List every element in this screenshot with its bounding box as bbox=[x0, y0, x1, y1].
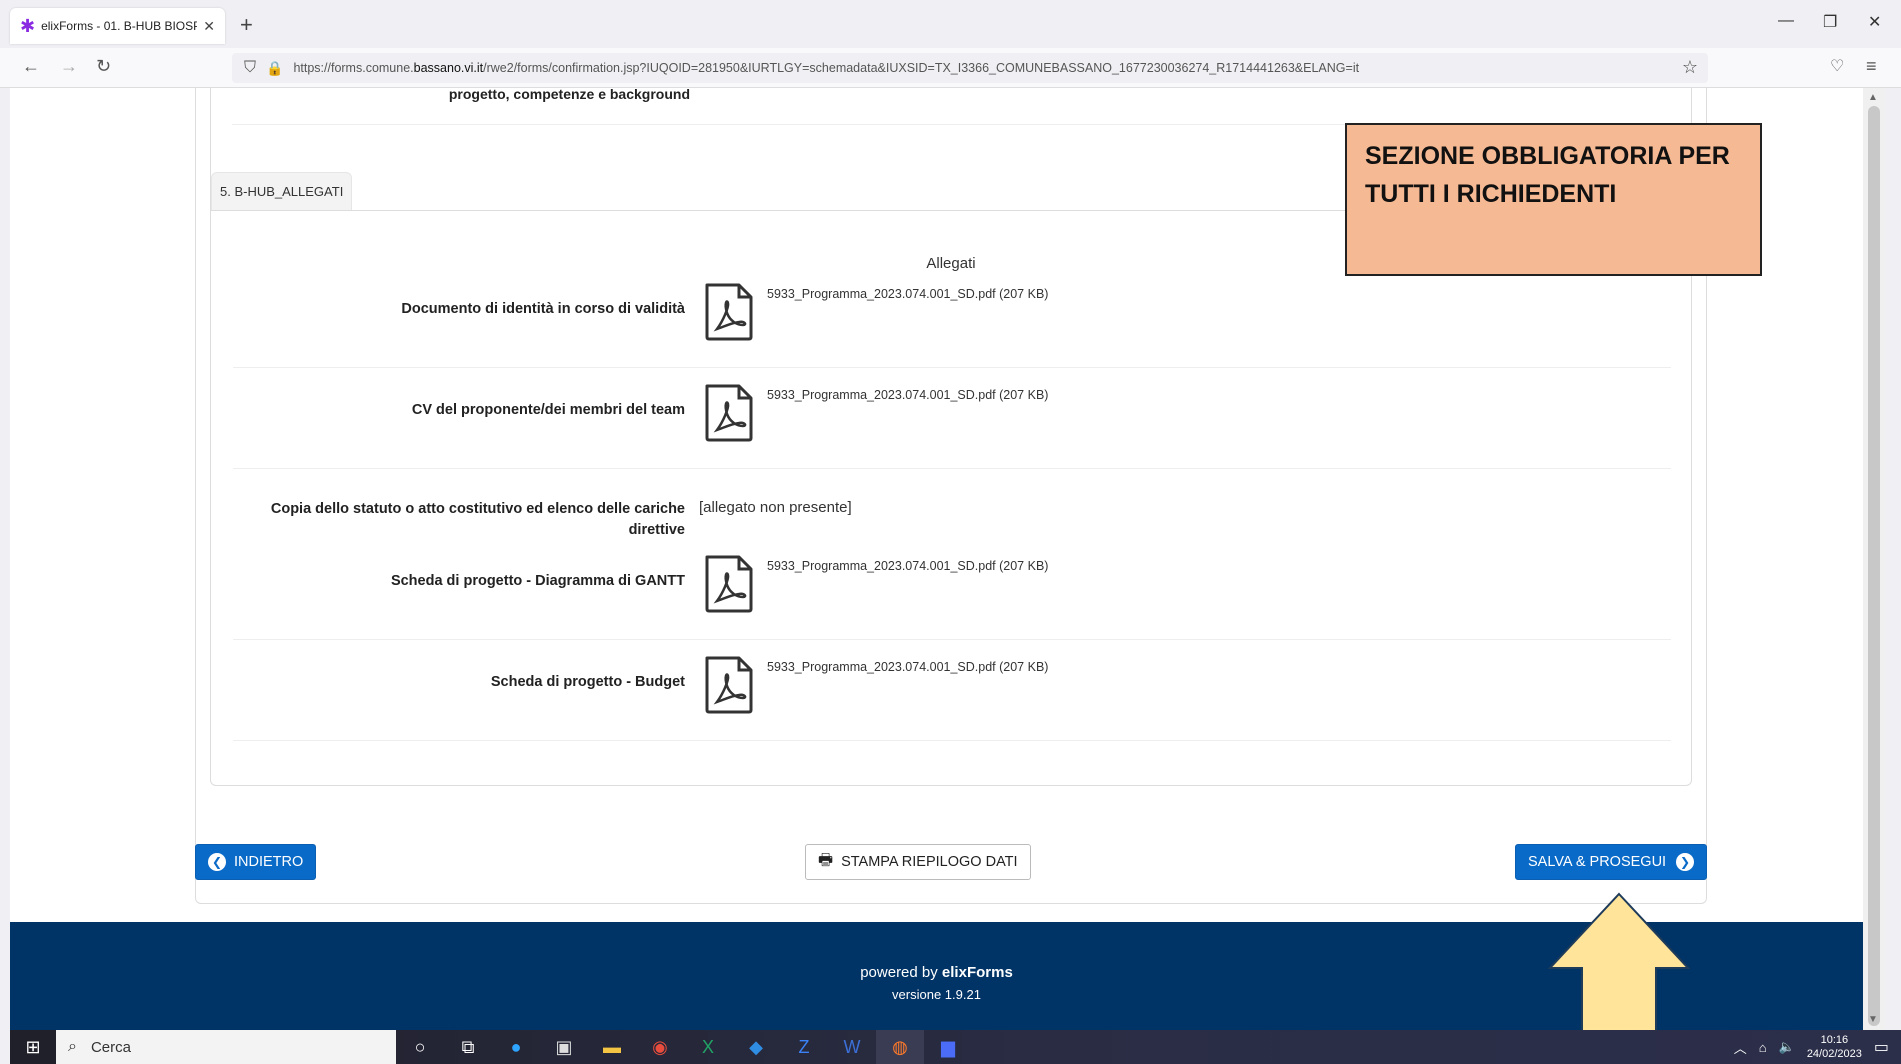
attachment-filename[interactable]: 5933_Programma_2023.074.001_SD.pdf (207 … bbox=[767, 388, 1048, 402]
pdf-file-icon[interactable] bbox=[703, 283, 755, 341]
window-edge bbox=[1885, 88, 1901, 1030]
save-continue-button[interactable]: SALVA & PROSEGUI ❯ bbox=[1515, 844, 1708, 880]
attachment-filename[interactable]: 5933_Programma_2023.074.001_SD.pdf (207 … bbox=[767, 559, 1048, 573]
browser-navbar: ← → ↻ ⛉ 🔒 https://forms.comune.bassano.v… bbox=[0, 48, 1901, 88]
os-taskbar: ⊞ ⌕ Cerca ○ ⧉ ● ▣ ▬ ◉ X ◆ Z W ◍ ▆ ︿ ⌂ 🔈 … bbox=[10, 1030, 1901, 1064]
store-icon[interactable]: ▣ bbox=[540, 1030, 588, 1064]
attachment-label: Copia dello statuto o atto costitutivo e… bbox=[270, 501, 685, 538]
pdf-file-icon[interactable] bbox=[703, 555, 755, 613]
edge-icon[interactable]: ● bbox=[492, 1030, 540, 1064]
forward-arrow-icon[interactable]: → bbox=[60, 56, 78, 77]
taskbar-clock[interactable]: 10:16 24/02/2023 bbox=[1807, 1033, 1862, 1061]
attachment-label: Documento di identità in corso di validi… bbox=[401, 301, 685, 317]
pdf-file-icon[interactable] bbox=[703, 656, 755, 714]
word-icon[interactable]: W bbox=[828, 1030, 876, 1064]
volume-muted-icon[interactable]: 🔈 bbox=[1779, 1039, 1795, 1055]
page-scrollbar[interactable]: ▲ ▼ bbox=[1863, 88, 1885, 1030]
restore-icon[interactable]: ❐ bbox=[1823, 12, 1837, 32]
notifications-icon[interactable]: ▭ bbox=[1874, 1037, 1889, 1057]
divider bbox=[233, 367, 1671, 368]
system-tray: ︿ ⌂ 🔈 10:16 24/02/2023 ▭ bbox=[1734, 1030, 1889, 1064]
attachment-label: Scheda di progetto - Diagramma di GANTT bbox=[390, 573, 685, 589]
network-icon[interactable]: ⌂ bbox=[1759, 1040, 1767, 1055]
elixforms-favicon-icon: ✱ bbox=[20, 15, 36, 36]
pdf-file-icon[interactable] bbox=[703, 384, 755, 442]
scroll-up-icon[interactable]: ▲ bbox=[1868, 92, 1878, 103]
taskbar-search[interactable]: ⌕ Cerca bbox=[56, 1030, 396, 1064]
reload-icon[interactable]: ↻ bbox=[96, 56, 111, 77]
print-summary-button[interactable]: 🖶 STAMPA RIEPILOGO DATI bbox=[805, 844, 1031, 880]
zoom-icon[interactable]: Z bbox=[780, 1030, 828, 1064]
chrome-icon[interactable]: ◉ bbox=[636, 1030, 684, 1064]
tab-close-icon[interactable]: ✕ bbox=[203, 18, 215, 35]
attachment-label: Scheda di progetto - Budget bbox=[490, 674, 685, 690]
url-bar[interactable]: ⛉ 🔒 https://forms.comune.bassano.vi.it/r… bbox=[232, 53, 1708, 83]
annotation-note: SEZIONE OBBLIGATORIA PER TUTTI I RICHIED… bbox=[1345, 123, 1762, 276]
shield-icon[interactable]: ⛉ bbox=[244, 59, 256, 77]
scrollbar-thumb[interactable] bbox=[1868, 106, 1880, 1026]
printer-icon: 🖶 bbox=[818, 851, 834, 869]
attachment-filename[interactable]: 5933_Programma_2023.074.001_SD.pdf (207 … bbox=[767, 287, 1048, 301]
file-explorer-icon[interactable]: ▬ bbox=[588, 1030, 636, 1064]
bookmark-star-icon[interactable]: ☆ bbox=[1682, 57, 1698, 78]
cortana-icon[interactable]: ○ bbox=[396, 1030, 444, 1064]
menu-icon[interactable]: ≡ bbox=[1866, 56, 1877, 77]
previous-section-label: progetto, competenze e background bbox=[448, 88, 690, 102]
chevron-right-icon: ❯ bbox=[1676, 853, 1695, 871]
new-tab-icon[interactable]: + bbox=[240, 12, 253, 38]
search-icon: ⌕ bbox=[68, 1038, 77, 1055]
excel-icon[interactable]: X bbox=[684, 1030, 732, 1064]
outlook-icon[interactable]: ◆ bbox=[732, 1030, 780, 1064]
scroll-down-icon[interactable]: ▼ bbox=[1868, 1014, 1878, 1025]
browser-tab[interactable]: ✱ elixForms - 01. B-HUB BIOSPHE ✕ bbox=[10, 8, 225, 44]
attachments-section: Allegati Documento di identità in corso … bbox=[210, 210, 1692, 786]
pocket-icon[interactable]: ♡ bbox=[1830, 56, 1844, 76]
url-text[interactable]: https://forms.comune.bassano.vi.it/rwe2/… bbox=[293, 61, 1673, 75]
windows-start-icon[interactable]: ⊞ bbox=[10, 1030, 56, 1064]
window-close-icon[interactable]: ✕ bbox=[1868, 12, 1881, 32]
tab-title: elixForms - 01. B-HUB BIOSPHE bbox=[41, 19, 198, 33]
divider bbox=[233, 468, 1671, 469]
app-icon[interactable]: ▆ bbox=[924, 1030, 972, 1064]
lock-icon[interactable]: 🔒 bbox=[266, 60, 283, 77]
minimize-icon[interactable]: — bbox=[1778, 12, 1794, 30]
browser-tabbar: ✱ elixForms - 01. B-HUB BIOSPHE ✕ + — ❐ … bbox=[0, 0, 1901, 48]
divider bbox=[233, 740, 1671, 741]
attachment-label: CV del proponente/dei membri del team bbox=[411, 402, 685, 418]
attachment-missing-text: [allegato non presente] bbox=[699, 499, 852, 516]
firefox-icon[interactable]: ◍ bbox=[876, 1030, 924, 1064]
attachment-filename[interactable]: 5933_Programma_2023.074.001_SD.pdf (207 … bbox=[767, 660, 1048, 674]
back-arrow-icon[interactable]: ← bbox=[22, 56, 40, 77]
back-button[interactable]: ❮ INDIETRO bbox=[195, 844, 317, 880]
section-tab: 5. B-HUB_ALLEGATI bbox=[211, 172, 353, 210]
divider bbox=[233, 639, 1671, 640]
tray-expand-icon[interactable]: ︿ bbox=[1734, 1038, 1747, 1057]
chevron-left-icon: ❮ bbox=[208, 853, 226, 871]
task-view-icon[interactable]: ⧉ bbox=[444, 1030, 492, 1064]
